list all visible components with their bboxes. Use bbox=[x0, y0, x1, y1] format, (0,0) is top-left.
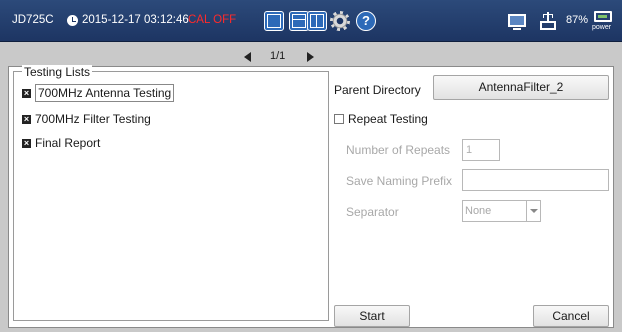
page-indicator: 1/1 bbox=[270, 50, 286, 62]
datetime: 2015-12-17 03:12:46 bbox=[82, 14, 189, 26]
list-item-label: 700MHz Antenna Testing bbox=[35, 84, 175, 102]
pager: 1/1 bbox=[244, 48, 324, 66]
testing-lists-title: Testing Lists bbox=[22, 65, 93, 79]
separator-value: None bbox=[465, 205, 492, 217]
separator-select[interactable]: None bbox=[462, 200, 541, 222]
title-bar: JD725C 2015-12-17 03:12:46 CAL OFF ? 87%… bbox=[0, 0, 622, 42]
save-naming-prefix-input[interactable] bbox=[462, 169, 609, 191]
clock-icon bbox=[67, 15, 78, 26]
parent-directory-button[interactable]: AntennaFilter_2 bbox=[433, 75, 609, 100]
layout-vsplit-icon[interactable] bbox=[307, 11, 327, 31]
testing-lists-group: Testing Lists × 700MHz Antenna Testing ×… bbox=[13, 65, 329, 321]
number-of-repeats-input[interactable]: 1 bbox=[462, 139, 500, 161]
battery-level: 87% bbox=[566, 14, 589, 26]
list-item[interactable]: × 700MHz Filter Testing bbox=[22, 110, 151, 128]
list-item[interactable]: × Final Report bbox=[22, 134, 100, 152]
layout-single-icon[interactable] bbox=[264, 11, 284, 31]
power-label: power bbox=[592, 24, 612, 31]
list-item-label: 700MHz Filter Testing bbox=[35, 112, 151, 126]
remove-icon[interactable]: × bbox=[22, 114, 31, 124]
remove-icon[interactable]: × bbox=[22, 138, 31, 148]
test-config-panel: Testing Lists × 700MHz Antenna Testing ×… bbox=[8, 65, 614, 328]
chevron-down-icon[interactable] bbox=[526, 201, 540, 221]
repeat-testing-checkbox[interactable] bbox=[334, 114, 344, 124]
cancel-button[interactable]: Cancel bbox=[533, 305, 609, 327]
layout-hsplit-icon[interactable] bbox=[289, 11, 309, 31]
help-icon[interactable]: ? bbox=[356, 11, 376, 31]
remove-icon[interactable]: × bbox=[22, 88, 31, 98]
power-plug-icon bbox=[594, 11, 612, 22]
list-item[interactable]: × 700MHz Antenna Testing bbox=[22, 84, 175, 102]
list-item-label: Final Report bbox=[35, 136, 101, 150]
separator-label: Separator bbox=[346, 205, 399, 219]
monitor-icon[interactable] bbox=[508, 14, 526, 30]
next-page-icon[interactable] bbox=[307, 52, 314, 62]
save-naming-prefix-label: Save Naming Prefix bbox=[346, 174, 453, 188]
prev-page-icon[interactable] bbox=[244, 52, 251, 62]
model-name: JD725C bbox=[12, 14, 54, 26]
start-button[interactable]: Start bbox=[334, 305, 410, 327]
repeat-testing-label: Repeat Testing bbox=[348, 112, 428, 126]
usb-icon[interactable] bbox=[539, 12, 557, 30]
number-of-repeats-label: Number of Repeats bbox=[346, 143, 451, 157]
cal-status: CAL OFF bbox=[188, 14, 237, 26]
parent-directory-label: Parent Directory bbox=[334, 83, 421, 97]
gear-icon[interactable] bbox=[330, 11, 350, 31]
